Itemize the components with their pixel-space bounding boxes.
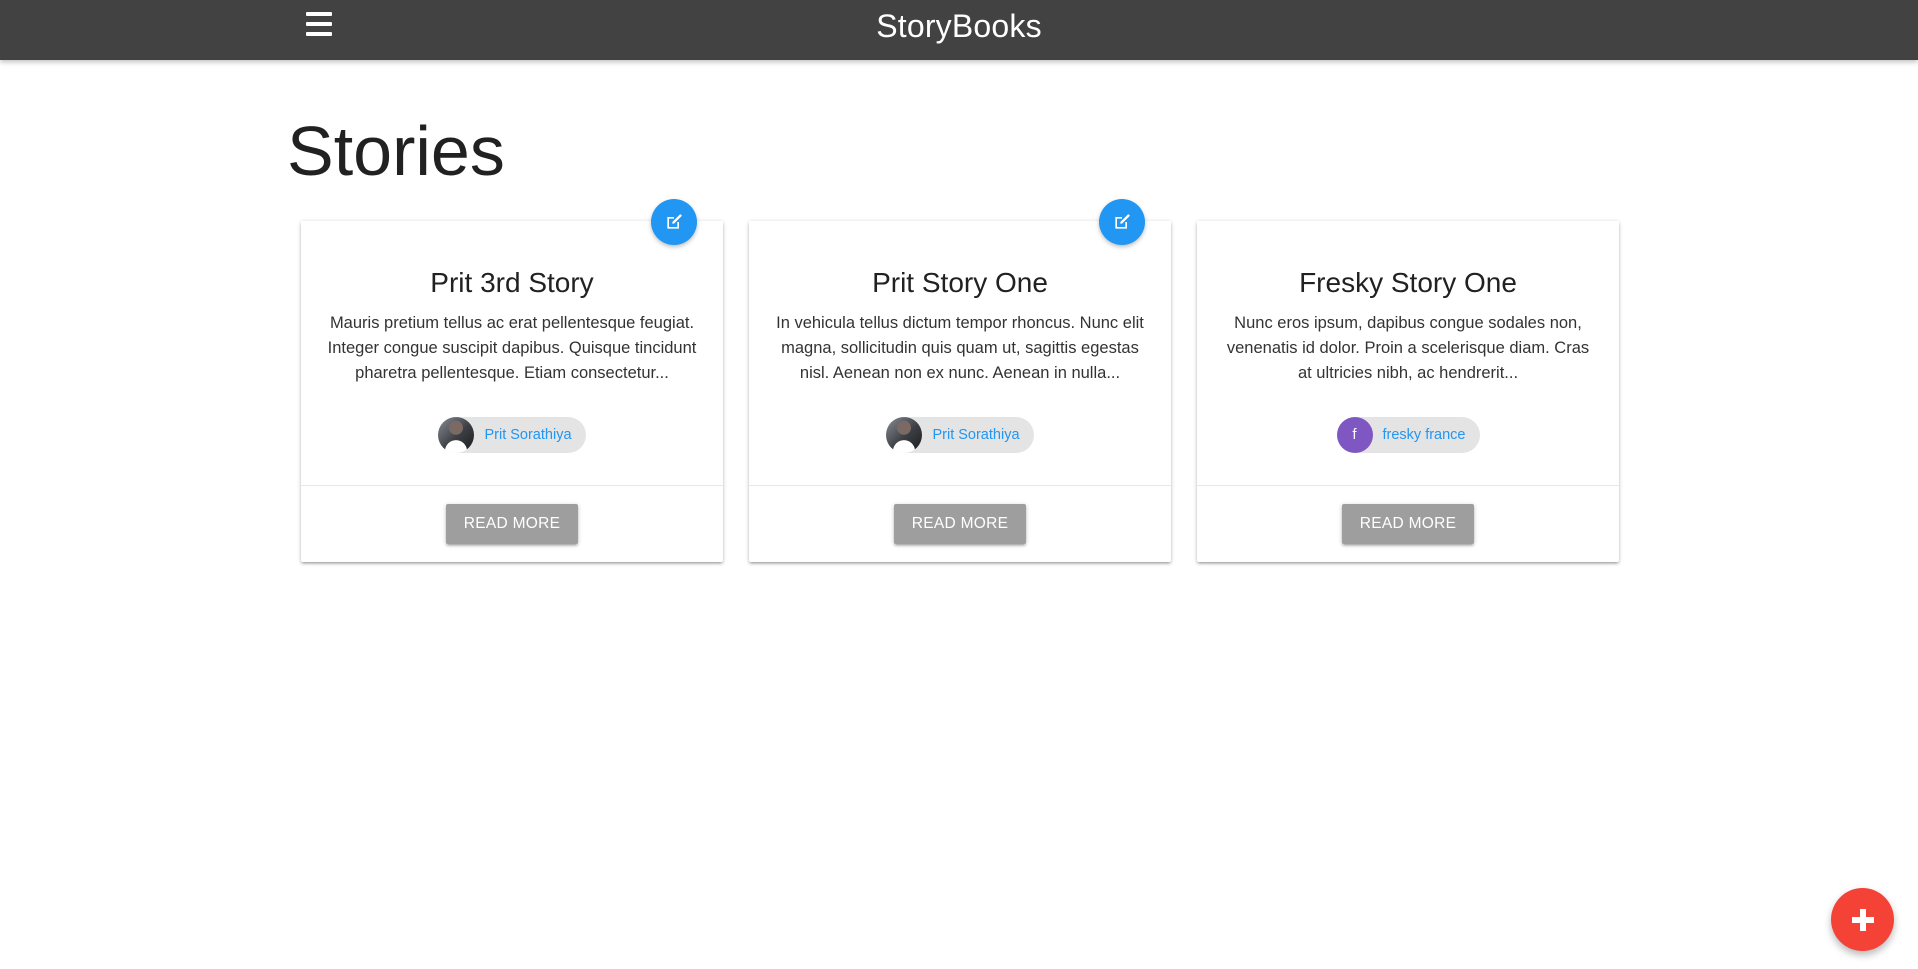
author-name: Prit Sorathiya bbox=[932, 427, 1020, 443]
read-more-button[interactable]: Read More bbox=[1341, 504, 1475, 544]
edit-story-button[interactable] bbox=[1099, 199, 1145, 245]
edit-icon bbox=[1115, 214, 1130, 229]
story-card-content: Prit Story One In vehicula tellus dictum… bbox=[749, 199, 1171, 485]
story-card: Prit Story One In vehicula tellus dictum… bbox=[749, 199, 1171, 562]
author-avatar bbox=[438, 417, 475, 453]
edit-story-button[interactable] bbox=[651, 199, 697, 245]
plus-icon bbox=[1851, 908, 1874, 931]
author-chip[interactable]: f fresky france bbox=[1336, 417, 1480, 453]
add-story-button[interactable] bbox=[1831, 888, 1894, 951]
story-card-action: Read More bbox=[1197, 485, 1619, 562]
story-excerpt: Mauris pretium tellus ac erat pellentesq… bbox=[327, 314, 697, 382]
author-chip-wrapper: Prit Sorathiya bbox=[301, 417, 723, 485]
author-avatar bbox=[886, 417, 923, 453]
story-excerpt: In vehicula tellus dictum tempor rhoncus… bbox=[776, 314, 1144, 382]
story-card-content: Fresky Story One Nunc eros ipsum, dapibu… bbox=[1197, 221, 1619, 485]
story-card-content: Prit 3rd Story Mauris pretium tellus ac … bbox=[301, 199, 723, 485]
story-card-action: Read More bbox=[749, 485, 1171, 562]
author-name: fresky france bbox=[1382, 427, 1466, 443]
brand-container: StoryBooks bbox=[0, 0, 1918, 52]
read-more-button[interactable]: Read More bbox=[893, 504, 1027, 544]
story-card: Fresky Story One Nunc eros ipsum, dapibu… bbox=[1197, 221, 1619, 562]
page-title: Stories bbox=[287, 112, 505, 190]
author-name: Prit Sorathiya bbox=[484, 427, 572, 443]
author-chip[interactable]: Prit Sorathiya bbox=[438, 417, 586, 453]
author-chip-wrapper: Prit Sorathiya bbox=[749, 417, 1171, 485]
author-chip-wrapper: f fresky france bbox=[1197, 417, 1619, 485]
story-excerpt: Nunc eros ipsum, dapibus congue sodales … bbox=[1226, 314, 1590, 382]
story-title: Fresky Story One bbox=[1299, 267, 1517, 298]
story-card: Prit 3rd Story Mauris pretium tellus ac … bbox=[301, 199, 723, 562]
top-navbar: StoryBooks bbox=[0, 0, 1918, 60]
story-card-action: Read More bbox=[301, 485, 723, 562]
read-more-button[interactable]: Read More bbox=[445, 504, 579, 544]
edit-icon bbox=[667, 214, 682, 229]
author-chip[interactable]: Prit Sorathiya bbox=[886, 417, 1034, 453]
author-avatar: f bbox=[1336, 417, 1373, 453]
brand-logo-link[interactable]: StoryBooks bbox=[876, 8, 1042, 44]
